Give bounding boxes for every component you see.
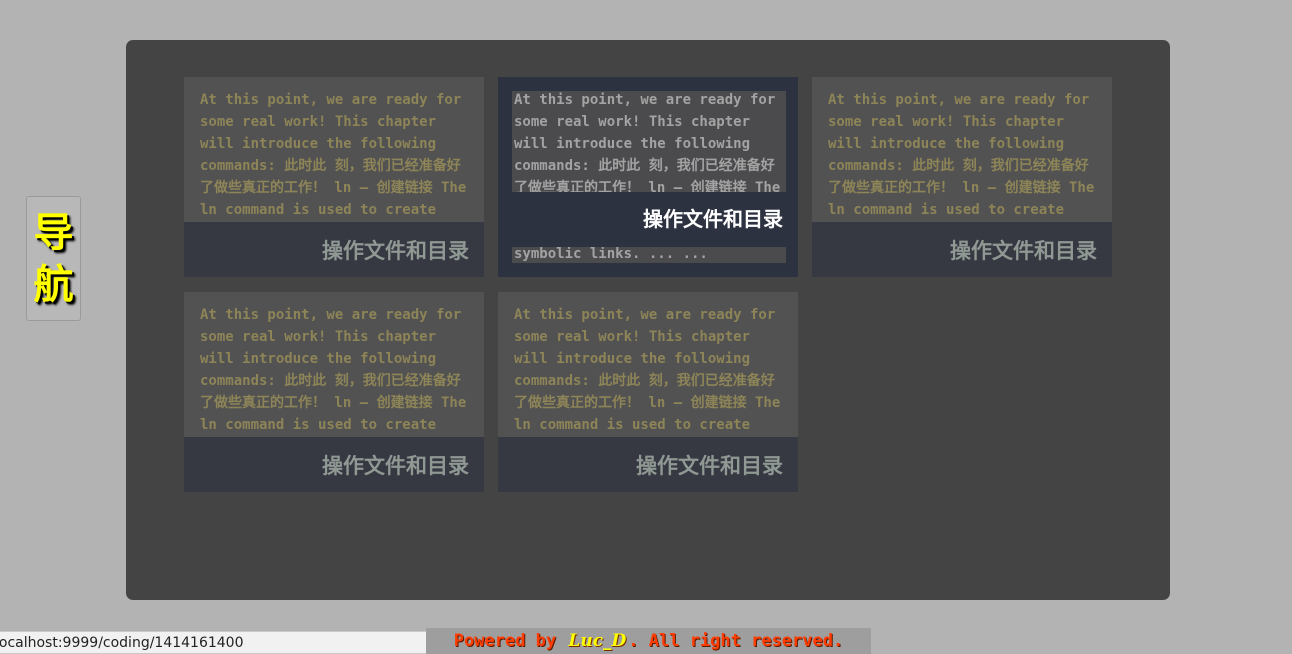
nav-label-line2: 航	[33, 260, 74, 308]
footer-prefix: Powered by	[453, 631, 567, 651]
article-card[interactable]: At this point, we are ready for some rea…	[498, 292, 798, 492]
article-card[interactable]: At this point, we are ready for some rea…	[184, 292, 484, 492]
article-card[interactable]: At this point, we are ready for some rea…	[184, 77, 484, 277]
status-bar-url: localhost:9999/coding/1414161400	[0, 631, 432, 654]
article-card-hovered[interactable]: At this point, we are ready for some rea…	[498, 77, 798, 277]
article-card[interactable]: At this point, we are ready for some rea…	[812, 77, 1112, 277]
nav-tab[interactable]: 导 航	[26, 196, 81, 321]
article-title: 操作文件和目录	[636, 453, 783, 478]
article-excerpt-tail-text: symbolic links. ... ...	[514, 247, 708, 262]
article-title-bar: 操作文件和目录	[184, 437, 484, 492]
article-title: 操作文件和目录	[643, 207, 783, 231]
footer-author: Luc_D	[568, 631, 627, 651]
footer: Powered by Luc_D . All right reserved.	[426, 628, 871, 654]
article-excerpt-tail: symbolic links. ... ...	[512, 247, 786, 263]
article-title: 操作文件和目录	[322, 238, 469, 263]
article-title-bar: 操作文件和目录	[498, 437, 798, 492]
article-excerpt-box: At this point, we are ready for some rea…	[512, 91, 786, 192]
article-excerpt: At this point, we are ready for some rea…	[514, 92, 781, 192]
article-title: 操作文件和目录	[950, 238, 1097, 263]
article-title-bar: 操作文件和目录	[184, 222, 484, 277]
nav-label-line1: 导	[33, 208, 74, 256]
article-panel: At this point, we are ready for some rea…	[126, 40, 1170, 600]
article-title: 操作文件和目录	[322, 453, 469, 478]
footer-suffix: . All right reserved.	[628, 631, 844, 651]
article-title-bar: 操作文件和目录	[812, 222, 1112, 277]
